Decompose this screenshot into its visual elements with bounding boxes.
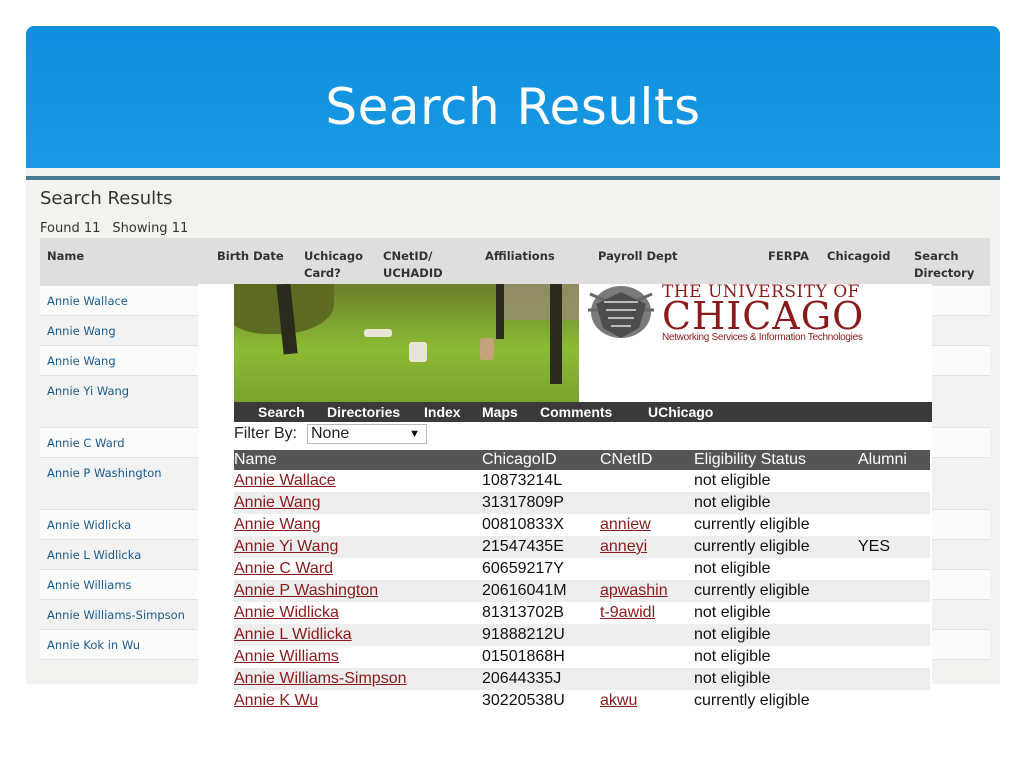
bg-col-uchicago-card[interactable]: Uchicago Card? [304,248,370,282]
bg-col-ferpa[interactable]: FERPA [768,248,809,265]
result-name-link[interactable]: Annie C Ward [234,558,333,580]
logo-line3: Networking Services & Information Techno… [662,332,863,343]
nav-bar: Search Directories Index Maps Comments U… [234,402,932,422]
results-table-header: Name ChicagoID CNetID Eligibility Status… [234,450,930,470]
result-eligibility: currently eligible [694,582,810,599]
filter-label: Filter By: [234,425,298,442]
result-chicagoid: 31317809P [482,494,564,511]
table-row: Annie C Ward 60659217Y not eligible [234,558,930,580]
nav-maps[interactable]: Maps [482,402,518,422]
result-chicagoid: 81313702B [482,604,564,621]
result-name-link[interactable]: Annie Williams-Simpson [234,668,407,690]
campus-quad-photo [234,284,579,402]
slide-title-banner: Search Results [26,26,1000,168]
result-eligibility: not eligible [694,560,771,577]
col-eligibility[interactable]: Eligibility Status [694,450,806,470]
result-name-link[interactable]: Annie Wang [234,492,321,514]
result-name-link[interactable]: Annie L Widlicka [234,624,352,646]
nav-comments[interactable]: Comments [540,402,612,422]
showing-count: Showing 11 [112,221,189,236]
result-cnetid-link[interactable]: anneyi [600,536,647,558]
nav-uchicago[interactable]: UChicago [648,402,713,422]
filter-control: Filter By: None ▼ [234,424,427,444]
bg-col-payroll-dept[interactable]: Payroll Dept [598,248,678,265]
table-row: Annie Wang 31317809P not eligible [234,492,930,514]
table-row: Annie Widlicka 81313702B t-9awidl not eligi… [234,602,930,624]
divider-bar [26,176,1000,180]
table-row: Annie Williams 01501868H not eligible [234,646,930,668]
col-chicagoid[interactable]: ChicagoID [482,450,557,470]
col-cnetid[interactable]: CNetID [600,450,652,470]
table-row: Annie Yi Wang 21547435E anneyi currently el… [234,536,930,558]
table-row: Annie Wang 00810833X anniew currently eligi… [234,514,930,536]
dropdown-arrow-icon: ▼ [409,428,420,440]
result-cnetid-link[interactable]: t-9awidl [600,602,655,624]
table-row: Annie Williams-Simpson 20644335J not eligi… [234,668,930,690]
result-eligibility: not eligible [694,494,771,511]
result-name-link[interactable]: Annie Williams [234,646,339,668]
col-alumni[interactable]: Alumni [858,450,907,470]
bg-col-birth-date[interactable]: Birth Date [217,248,284,265]
bg-col-cnetid[interactable]: CNetID/ UCHADID [383,248,453,282]
result-eligibility: not eligible [694,648,771,665]
result-eligibility: currently eligible [694,516,810,533]
table-row: Annie L Widlicka 91888212U not eligible [234,624,930,646]
bg-col-search-directory[interactable]: Search Directory [914,248,984,282]
bg-col-affiliations[interactable]: Affiliations [485,248,555,265]
bg-col-name[interactable]: Name [47,248,84,265]
nav-search[interactable]: Search [258,402,305,422]
result-cnetid-link[interactable]: apwashin [600,580,668,602]
result-count: Found 11 Showing 11 [40,221,200,236]
university-crest-icon [588,286,654,338]
result-name-link[interactable]: Annie P Washington [234,580,378,602]
found-count: Found 11 [40,221,101,236]
bg-table-header: Name Birth Date Uchicago Card? CNetID/ U… [40,238,990,286]
nav-index[interactable]: Index [424,402,461,422]
nav-directories[interactable]: Directories [327,402,400,422]
result-eligibility: not eligible [694,472,771,489]
result-name-link[interactable]: Annie Wallace [234,470,336,492]
filter-select[interactable]: None ▼ [307,424,427,444]
result-eligibility: not eligible [694,604,771,621]
result-chicagoid: 20616041M [482,582,567,599]
result-chicagoid: 01501868H [482,648,565,665]
result-eligibility: currently eligible [694,538,810,555]
result-chicagoid: 10873214L [482,472,563,489]
result-cnetid-link[interactable]: anniew [600,514,651,536]
result-name-link[interactable]: Annie Wang [234,514,321,536]
result-eligibility: currently eligible [694,692,810,709]
table-row: Annie K Wu 30220538U akwu currently eligibl… [234,690,930,712]
slide-title: Search Results [325,78,701,136]
result-cnetid-link[interactable]: akwu [600,690,637,712]
result-eligibility: not eligible [694,670,771,687]
table-row: Annie P Washington 20616041M apwashin curre… [234,580,930,602]
overlay-search-screenshot: THE UNIVERSITY OF CHICAGO Networking Ser… [198,282,932,709]
bg-col-chicagoid[interactable]: Chicagoid [827,248,890,265]
result-name-link[interactable]: Annie K Wu [234,690,318,712]
result-eligibility: not eligible [694,626,771,643]
col-name[interactable]: Name [234,450,277,470]
result-chicagoid: 91888212U [482,626,565,643]
result-chicagoid: 00810833X [482,516,564,533]
result-chicagoid: 60659217Y [482,560,564,577]
result-name-link[interactable]: Annie Widlicka [234,602,339,624]
result-alumni: YES [858,538,891,555]
result-name-link[interactable]: Annie Yi Wang [234,536,338,558]
result-chicagoid: 21547435E [482,538,564,555]
result-chicagoid: 30220538U [482,692,565,709]
bg-page-heading: Search Results [40,188,173,209]
filter-value: None [311,425,350,442]
table-row: Annie Wallace 10873214L not eligible [234,470,930,492]
university-logo: THE UNIVERSITY OF CHICAGO Networking Ser… [582,282,932,402]
result-chicagoid: 20644335J [482,670,562,687]
